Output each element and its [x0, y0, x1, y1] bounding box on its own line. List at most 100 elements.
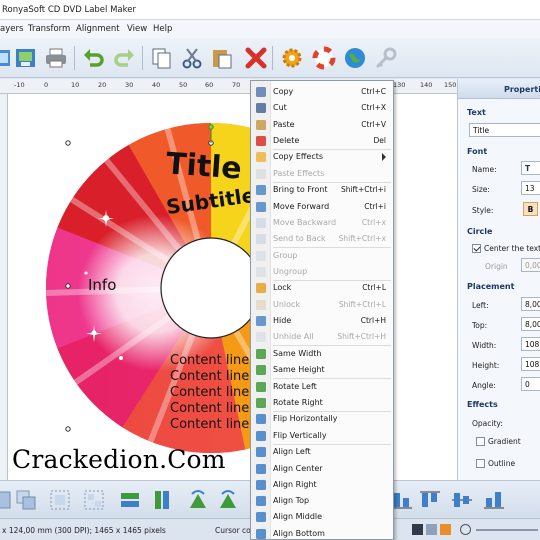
ruler-toggle-icon[interactable] [440, 524, 451, 535]
menu-item-flip-horizontally[interactable]: Flip Horizontally [251, 411, 393, 427]
menu-item-align-bottom[interactable]: Align Bottom [251, 526, 393, 540]
font-name-field[interactable]: T [521, 161, 540, 175]
menu-layers[interactable]: ayers [0, 24, 23, 34]
copy-toolbar-icon[interactable] [150, 46, 174, 70]
layers-stack-icon[interactable] [14, 488, 38, 512]
center-text-checkbox[interactable] [472, 244, 481, 253]
menu-item-flip-vertically[interactable]: Flip Vertically [251, 428, 393, 444]
menu-transform[interactable]: Transform [28, 24, 70, 34]
height-field[interactable]: 108,0 [521, 357, 540, 371]
ruler-label: 70 [232, 81, 241, 89]
save-image-icon[interactable] [14, 46, 38, 70]
menu-item-align-center[interactable]: Align Center [251, 461, 393, 477]
group-toolbar-icon[interactable] [48, 488, 72, 512]
menu-item-lock[interactable]: Lock Ctrl+L [251, 280, 393, 296]
vertical-ruler [0, 94, 8, 480]
menu-item-label: Bring to Front [273, 185, 328, 195]
align-bottom-alt-toolbar-icon[interactable] [482, 488, 506, 512]
same-width-toolbar-icon[interactable] [118, 488, 142, 512]
cut-toolbar-icon[interactable] [180, 46, 204, 70]
print-icon[interactable] [44, 46, 68, 70]
menu-item-align-left[interactable]: Align Left [251, 444, 393, 460]
bold-style-button[interactable]: B [523, 202, 538, 216]
menu-item-send-to-back[interactable]: Send to Back Shift+Ctrl+x [251, 231, 393, 247]
layer-icon[interactable] [0, 488, 14, 512]
angle-field[interactable]: 0 [521, 377, 540, 391]
ungroup-toolbar-icon[interactable] [82, 488, 106, 512]
redo-icon[interactable] [112, 46, 136, 70]
menu-item-ungroup[interactable]: Ungroup [251, 264, 393, 280]
content-line: Content line [170, 401, 250, 416]
content-line: Content line [170, 385, 250, 400]
grid-view-icon[interactable] [426, 524, 437, 535]
menu-item-align-middle[interactable]: Align Middle [251, 509, 393, 525]
menu-item-rotate-left[interactable]: Rotate Left [251, 379, 393, 395]
outline-label: Outline [488, 459, 516, 468]
top-label: Top: [472, 321, 488, 330]
menu-item-label: Unhide All [273, 332, 314, 342]
undo-icon[interactable] [82, 46, 106, 70]
zoom-out-icon[interactable] [460, 524, 471, 535]
menu-item-unlock[interactable]: Unlock Shift+Ctrl+L [251, 297, 393, 313]
ruler-label: 20 [98, 81, 107, 89]
menu-item-copy[interactable]: Copy Ctrl+C [251, 84, 393, 100]
align-middle-toolbar-icon[interactable] [450, 488, 474, 512]
key-icon[interactable] [374, 46, 398, 70]
menu-item-paste-effects[interactable]: Paste Effects [251, 166, 393, 182]
menu-help[interactable]: Help [153, 24, 172, 34]
help-lifebuoy-icon[interactable] [312, 46, 336, 70]
properties-header: Properti [458, 79, 540, 99]
origin-field[interactable]: 0,00 [521, 258, 540, 272]
gradient-checkbox[interactable] [476, 437, 485, 446]
view-mode-icon[interactable] [412, 524, 423, 535]
ruler-label: 40 [152, 81, 161, 89]
same-height-toolbar-icon[interactable] [150, 488, 174, 512]
width-field[interactable]: 108,0 [521, 337, 540, 351]
delete-toolbar-icon[interactable] [244, 46, 268, 70]
disc-title-text[interactable]: Title [165, 146, 243, 186]
menu-item-bring-to-front[interactable]: Bring to Front Shift+Ctrl+i [251, 182, 393, 198]
rotate-right-toolbar-icon[interactable] [216, 488, 240, 512]
menu-item-align-top[interactable]: Align Top [251, 493, 393, 509]
open-icon[interactable] [0, 46, 14, 70]
outline-checkbox[interactable] [476, 459, 485, 468]
paste-toolbar-icon[interactable] [210, 46, 234, 70]
disc-info-text[interactable]: Info [88, 276, 116, 294]
title-bar: RonyaSoft CD DVD Label Maker [0, 0, 540, 20]
menu-item-delete[interactable]: Delete Del [251, 133, 393, 149]
align-left-icon [255, 446, 267, 458]
align-bottom-icon [255, 528, 267, 540]
disc-content-lines[interactable]: Content line Content line Content line C… [170, 353, 249, 433]
rotate-left-toolbar-icon[interactable] [186, 488, 210, 512]
left-field[interactable]: 8,00 [521, 297, 540, 311]
menu-item-move-backward[interactable]: Move Backward Ctrl+x [251, 215, 393, 231]
menu-item-hide[interactable]: Hide Ctrl+H [251, 313, 393, 329]
web-globe-icon[interactable] [343, 46, 367, 70]
menu-item-label: Align Left [273, 447, 311, 457]
rotate-right-icon [255, 397, 267, 409]
menu-item-label: Paste [273, 119, 295, 129]
menu-item-copy-effects[interactable]: Copy Effects [251, 149, 393, 165]
menu-item-shortcut: Ctrl+V [361, 119, 386, 129]
menu-item-cut[interactable]: Cut Ctrl+X [251, 100, 393, 116]
menu-view[interactable]: View [127, 24, 147, 34]
gradient-label: Gradient [488, 437, 521, 446]
menu-item-paste[interactable]: Paste Ctrl+V [251, 117, 393, 133]
menu-item-same-height[interactable]: Same Height [251, 362, 393, 378]
menu-alignment[interactable]: Alignment [76, 24, 120, 34]
menu-item-same-width[interactable]: Same Width [251, 346, 393, 362]
menu-item-rotate-right[interactable]: Rotate Right [251, 395, 393, 411]
menu-item-group[interactable]: Group [251, 248, 393, 264]
menu-item-move-forward[interactable]: Move Forward Ctrl+i [251, 199, 393, 215]
zoom-slider[interactable] [476, 529, 538, 531]
font-size-field[interactable]: 13 [521, 181, 540, 195]
menu-item-align-right[interactable]: Align Right [251, 477, 393, 493]
menu-item-unhide-all[interactable]: Unhide All Shift+Ctrl+H [251, 329, 393, 345]
ruler-label: 140 [420, 81, 433, 89]
align-top-toolbar-icon[interactable] [418, 488, 442, 512]
menu-item-label: Flip Vertically [273, 430, 327, 440]
text-value-field[interactable]: Title [469, 123, 540, 137]
settings-gear-icon[interactable] [280, 46, 304, 70]
ruler-label: 30 [125, 81, 134, 89]
top-field[interactable]: 8,00 [521, 317, 540, 331]
